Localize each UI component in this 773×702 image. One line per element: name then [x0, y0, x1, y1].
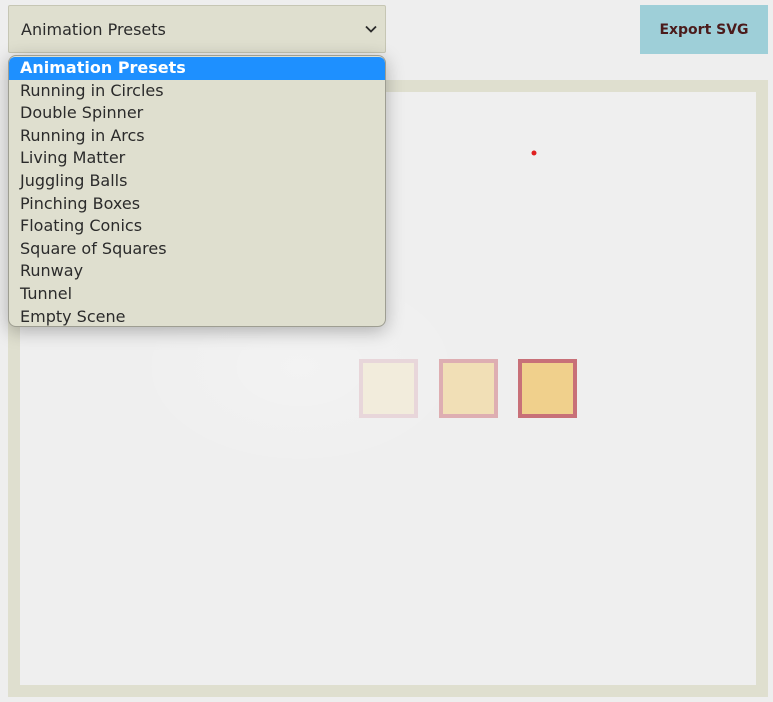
preset-select-label: Animation Presets	[21, 19, 166, 39]
export-svg-button[interactable]: Export SVG	[640, 5, 768, 54]
animation-presets-select[interactable]: Animation Presets	[8, 5, 386, 53]
option-running-in-circles[interactable]: Running in Circles	[9, 80, 385, 103]
animation-presets-dropdown[interactable]: Animation Presets Running in Circles Dou…	[8, 55, 386, 327]
option-floating-conics[interactable]: Floating Conics	[9, 215, 385, 238]
red-dot	[531, 150, 537, 156]
option-animation-presets[interactable]: Animation Presets	[9, 57, 385, 80]
app-page: Animation Presets Export SVG Animation P…	[0, 0, 773, 702]
chevron-down-icon	[357, 25, 385, 33]
option-juggling-balls[interactable]: Juggling Balls	[9, 170, 385, 193]
option-square-of-squares[interactable]: Square of Squares	[9, 238, 385, 261]
option-running-in-arcs[interactable]: Running in Arcs	[9, 125, 385, 148]
option-pinching-boxes[interactable]: Pinching Boxes	[9, 193, 385, 216]
option-empty-scene[interactable]: Empty Scene	[9, 306, 385, 326]
option-double-spinner[interactable]: Double Spinner	[9, 102, 385, 125]
option-living-matter[interactable]: Living Matter	[9, 147, 385, 170]
box-faded	[359, 359, 418, 418]
box-solid	[518, 359, 577, 418]
option-runway[interactable]: Runway	[9, 260, 385, 283]
option-tunnel[interactable]: Tunnel	[9, 283, 385, 306]
box-medium	[439, 359, 498, 418]
